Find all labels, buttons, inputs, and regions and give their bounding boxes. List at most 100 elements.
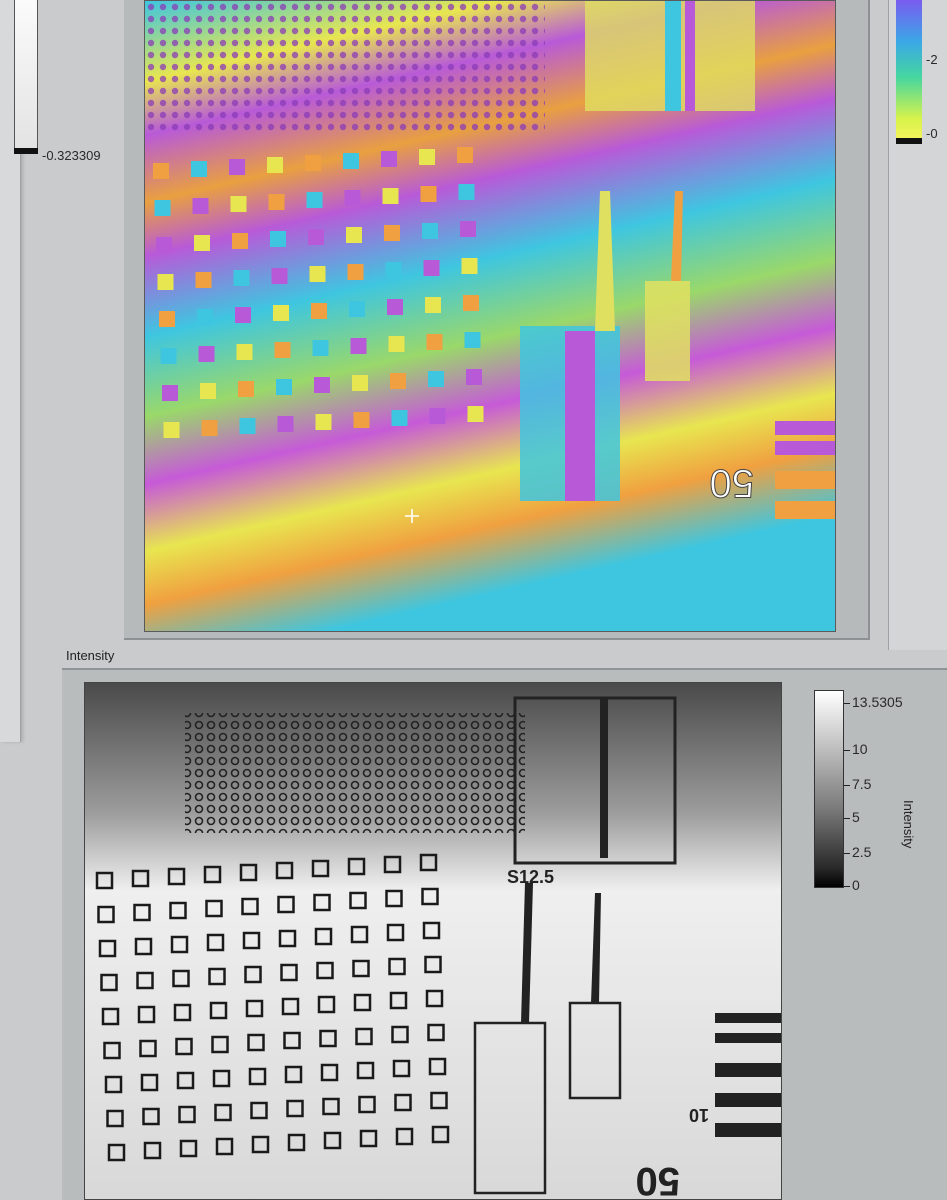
left-colorbar-cap (14, 148, 38, 154)
phase-square (308, 229, 324, 245)
phase-colorbar-label-bottom: -0 (926, 126, 938, 141)
phase-square (428, 371, 444, 387)
phase-square (457, 147, 473, 163)
phase-square (388, 336, 405, 352)
phase-square (277, 416, 294, 432)
phase-square (163, 422, 180, 438)
phase-map-graphic: 50 (145, 1, 835, 631)
intensity-colorbar-tick (844, 703, 850, 704)
phase-square (232, 233, 248, 249)
intensity-colorbar-label: 7.5 (852, 776, 872, 792)
phase-square (191, 161, 207, 177)
phase-colorbar (896, 0, 922, 140)
intensity-colorbar-label: 0 (852, 877, 860, 893)
phase-square (162, 385, 178, 401)
phase-square (238, 381, 254, 397)
phase-square (422, 223, 438, 239)
phase-square (192, 198, 209, 214)
left-colorbar-min-label: -0.323309 (42, 148, 101, 163)
phase-square (276, 379, 292, 395)
phase-square (267, 157, 283, 173)
phase-square (381, 151, 397, 167)
intensity-side-text: 10 (689, 1105, 709, 1125)
phase-square (350, 338, 367, 354)
phase-square (353, 412, 370, 428)
phase-square (306, 192, 323, 208)
phase-square (315, 414, 332, 430)
phase-square (273, 305, 289, 321)
phase-square (460, 221, 476, 237)
left-colorbar (14, 0, 38, 150)
phase-square (463, 295, 479, 311)
intensity-overlay-text: S12.5 (507, 867, 554, 887)
phase-square (154, 200, 171, 216)
intensity-scale-text: 50 (636, 1159, 681, 1200)
phase-square (197, 309, 213, 325)
phase-square (236, 344, 253, 360)
phase-square (239, 418, 256, 434)
intensity-colorbar-title: Intensity (901, 800, 916, 849)
phase-square (235, 307, 251, 323)
phase-square (270, 231, 286, 247)
intensity-image[interactable]: S12.5 10 50 (84, 682, 782, 1200)
phase-square (274, 342, 291, 358)
intensity-panel-title: Intensity (66, 648, 115, 663)
phase-square (309, 266, 326, 282)
intensity-colorbar (814, 690, 844, 888)
phase-square (314, 377, 330, 393)
phase-square (466, 369, 482, 385)
phase-square (352, 375, 368, 391)
phase-square (198, 346, 215, 362)
phase-square (461, 258, 478, 274)
phase-square (464, 332, 481, 348)
phase-square (347, 264, 364, 280)
phase-square (385, 262, 402, 278)
phase-square (271, 268, 288, 284)
intensity-colorbar-tick (844, 785, 850, 786)
phase-square (349, 301, 365, 317)
phase-square (157, 274, 174, 290)
phase-colorbar-label-top: -2 (926, 52, 938, 67)
phase-square (229, 159, 245, 175)
phase-square (230, 196, 247, 212)
phase-square (391, 410, 408, 426)
phase-square (195, 272, 212, 288)
phase-square (458, 184, 475, 200)
phase-square (387, 299, 403, 315)
phase-square (305, 155, 321, 171)
phase-square (156, 237, 172, 253)
intensity-colorbar-label: 5 (852, 809, 860, 825)
crosshair-cursor-icon (404, 508, 420, 524)
phase-square (311, 303, 327, 319)
phase-square (233, 270, 250, 286)
intensity-colorbar-label: 2.5 (852, 844, 872, 860)
phase-square (201, 420, 218, 436)
phase-square (344, 190, 361, 206)
intensity-colorbar-tick (844, 886, 850, 887)
phase-square (200, 383, 216, 399)
intensity-colorbar-label: 13.5305 (852, 694, 903, 710)
phase-map-image[interactable]: 50 (144, 0, 836, 632)
intensity-colorbar-label: 10 (852, 741, 868, 757)
phase-square (384, 225, 400, 241)
intensity-colorbar-tick (844, 853, 850, 854)
phase-square (159, 311, 175, 327)
phase-square (423, 260, 440, 276)
phase-colorbar-cap (896, 138, 922, 144)
phase-square (420, 186, 437, 202)
intensity-colorbar-tick (844, 818, 850, 819)
phase-square (268, 194, 285, 210)
phase-square (194, 235, 210, 251)
phase-square (382, 188, 399, 204)
phase-square (160, 348, 177, 364)
intensity-colorbar-tick (844, 750, 850, 751)
phase-square (343, 153, 359, 169)
phase-square (425, 297, 441, 313)
phase-scale-text: 50 (710, 461, 755, 505)
phase-square (153, 163, 169, 179)
phase-square (467, 406, 484, 422)
phase-square (312, 340, 329, 356)
intensity-graphic: S12.5 10 50 (85, 683, 781, 1200)
phase-square (346, 227, 362, 243)
phase-square (429, 408, 446, 424)
